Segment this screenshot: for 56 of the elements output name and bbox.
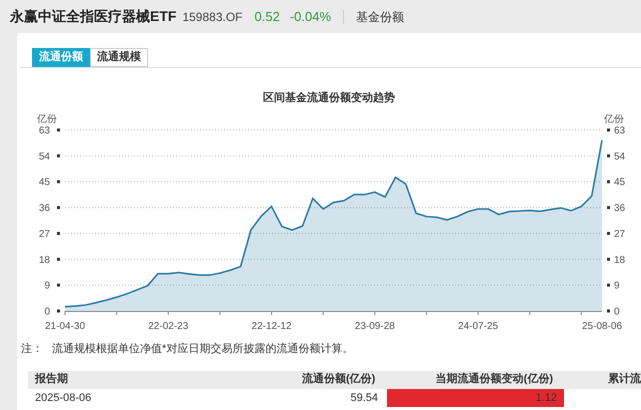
y-tick-label: 9 xyxy=(44,280,50,292)
note-text: 流通规模根据单位净值*对应日期交易所披露的流通份额计算。 xyxy=(52,342,354,357)
tick-mark xyxy=(57,206,60,210)
x-tick-label: 22-12-12 xyxy=(252,321,292,332)
y-tick-label: 36 xyxy=(614,203,626,214)
tick-mark xyxy=(57,310,60,312)
column-header: 报告期 xyxy=(34,372,69,388)
fund-code: 159883.OF xyxy=(182,8,242,26)
tab[interactable]: 流通规模 xyxy=(90,48,148,67)
y-tick-label: 63 xyxy=(38,126,50,136)
axis-unit: 亿份 xyxy=(604,114,624,125)
note-label: 注： xyxy=(21,342,44,357)
y-tick-label: 45 xyxy=(38,177,50,188)
y-tick-label: 27 xyxy=(614,228,626,240)
x-tick-label: 22-02-23 xyxy=(148,321,188,332)
column-header: 流通份额(亿份) xyxy=(301,372,376,388)
table-cell: 1.12 xyxy=(387,388,564,406)
column-header: 累计流 xyxy=(607,372,641,388)
price-change: -0.04% xyxy=(290,8,332,26)
y-tick-label: 54 xyxy=(38,151,50,162)
y-tick-label: 27 xyxy=(38,228,50,240)
tick-mark xyxy=(607,128,610,132)
y-tick-label: 0 xyxy=(614,306,620,318)
x-tick-label: 25-08-06 xyxy=(582,321,622,332)
tick-mark xyxy=(607,180,610,184)
x-tick-label: 21-04-30 xyxy=(44,321,86,332)
x-tick-label: 23-09-28 xyxy=(354,321,395,332)
chart-title: 区间基金流通份额变动趋势 xyxy=(263,92,395,104)
tick-mark xyxy=(57,154,60,158)
tick-mark xyxy=(57,180,60,184)
y-tick-label: 36 xyxy=(38,203,50,214)
y-tick-label: 18 xyxy=(614,254,626,266)
y-tick-label: 18 xyxy=(38,254,50,266)
table-cell-text: 2025-08-06 xyxy=(34,390,92,406)
tick-mark xyxy=(57,258,60,261)
fund-name: 永赢中证全指医疗器械ETF xyxy=(10,7,176,26)
column-header: 当期流通份额变动(亿份) xyxy=(434,372,554,388)
y-tick-label: 9 xyxy=(614,280,620,292)
axis-unit: 亿份 xyxy=(37,114,57,125)
tick-mark xyxy=(607,258,610,261)
tick-mark xyxy=(57,284,60,287)
tick-mark xyxy=(607,154,610,158)
tick-mark xyxy=(607,206,610,210)
x-tick-label: 24-07-25 xyxy=(458,321,498,332)
price: 0.52 xyxy=(254,8,280,26)
tick-mark xyxy=(607,232,610,235)
y-tick-label: 45 xyxy=(614,177,626,188)
section-title: 基金份额 xyxy=(356,8,404,26)
tick-mark xyxy=(57,232,60,235)
tick-mark xyxy=(607,310,610,312)
tick-mark xyxy=(607,284,610,287)
y-tick-label: 0 xyxy=(44,306,50,318)
y-tick-label: 54 xyxy=(614,151,626,162)
table-cell-text: 59.54 xyxy=(349,390,379,406)
tick-mark xyxy=(57,128,60,132)
y-tick-label: 63 xyxy=(614,126,626,136)
